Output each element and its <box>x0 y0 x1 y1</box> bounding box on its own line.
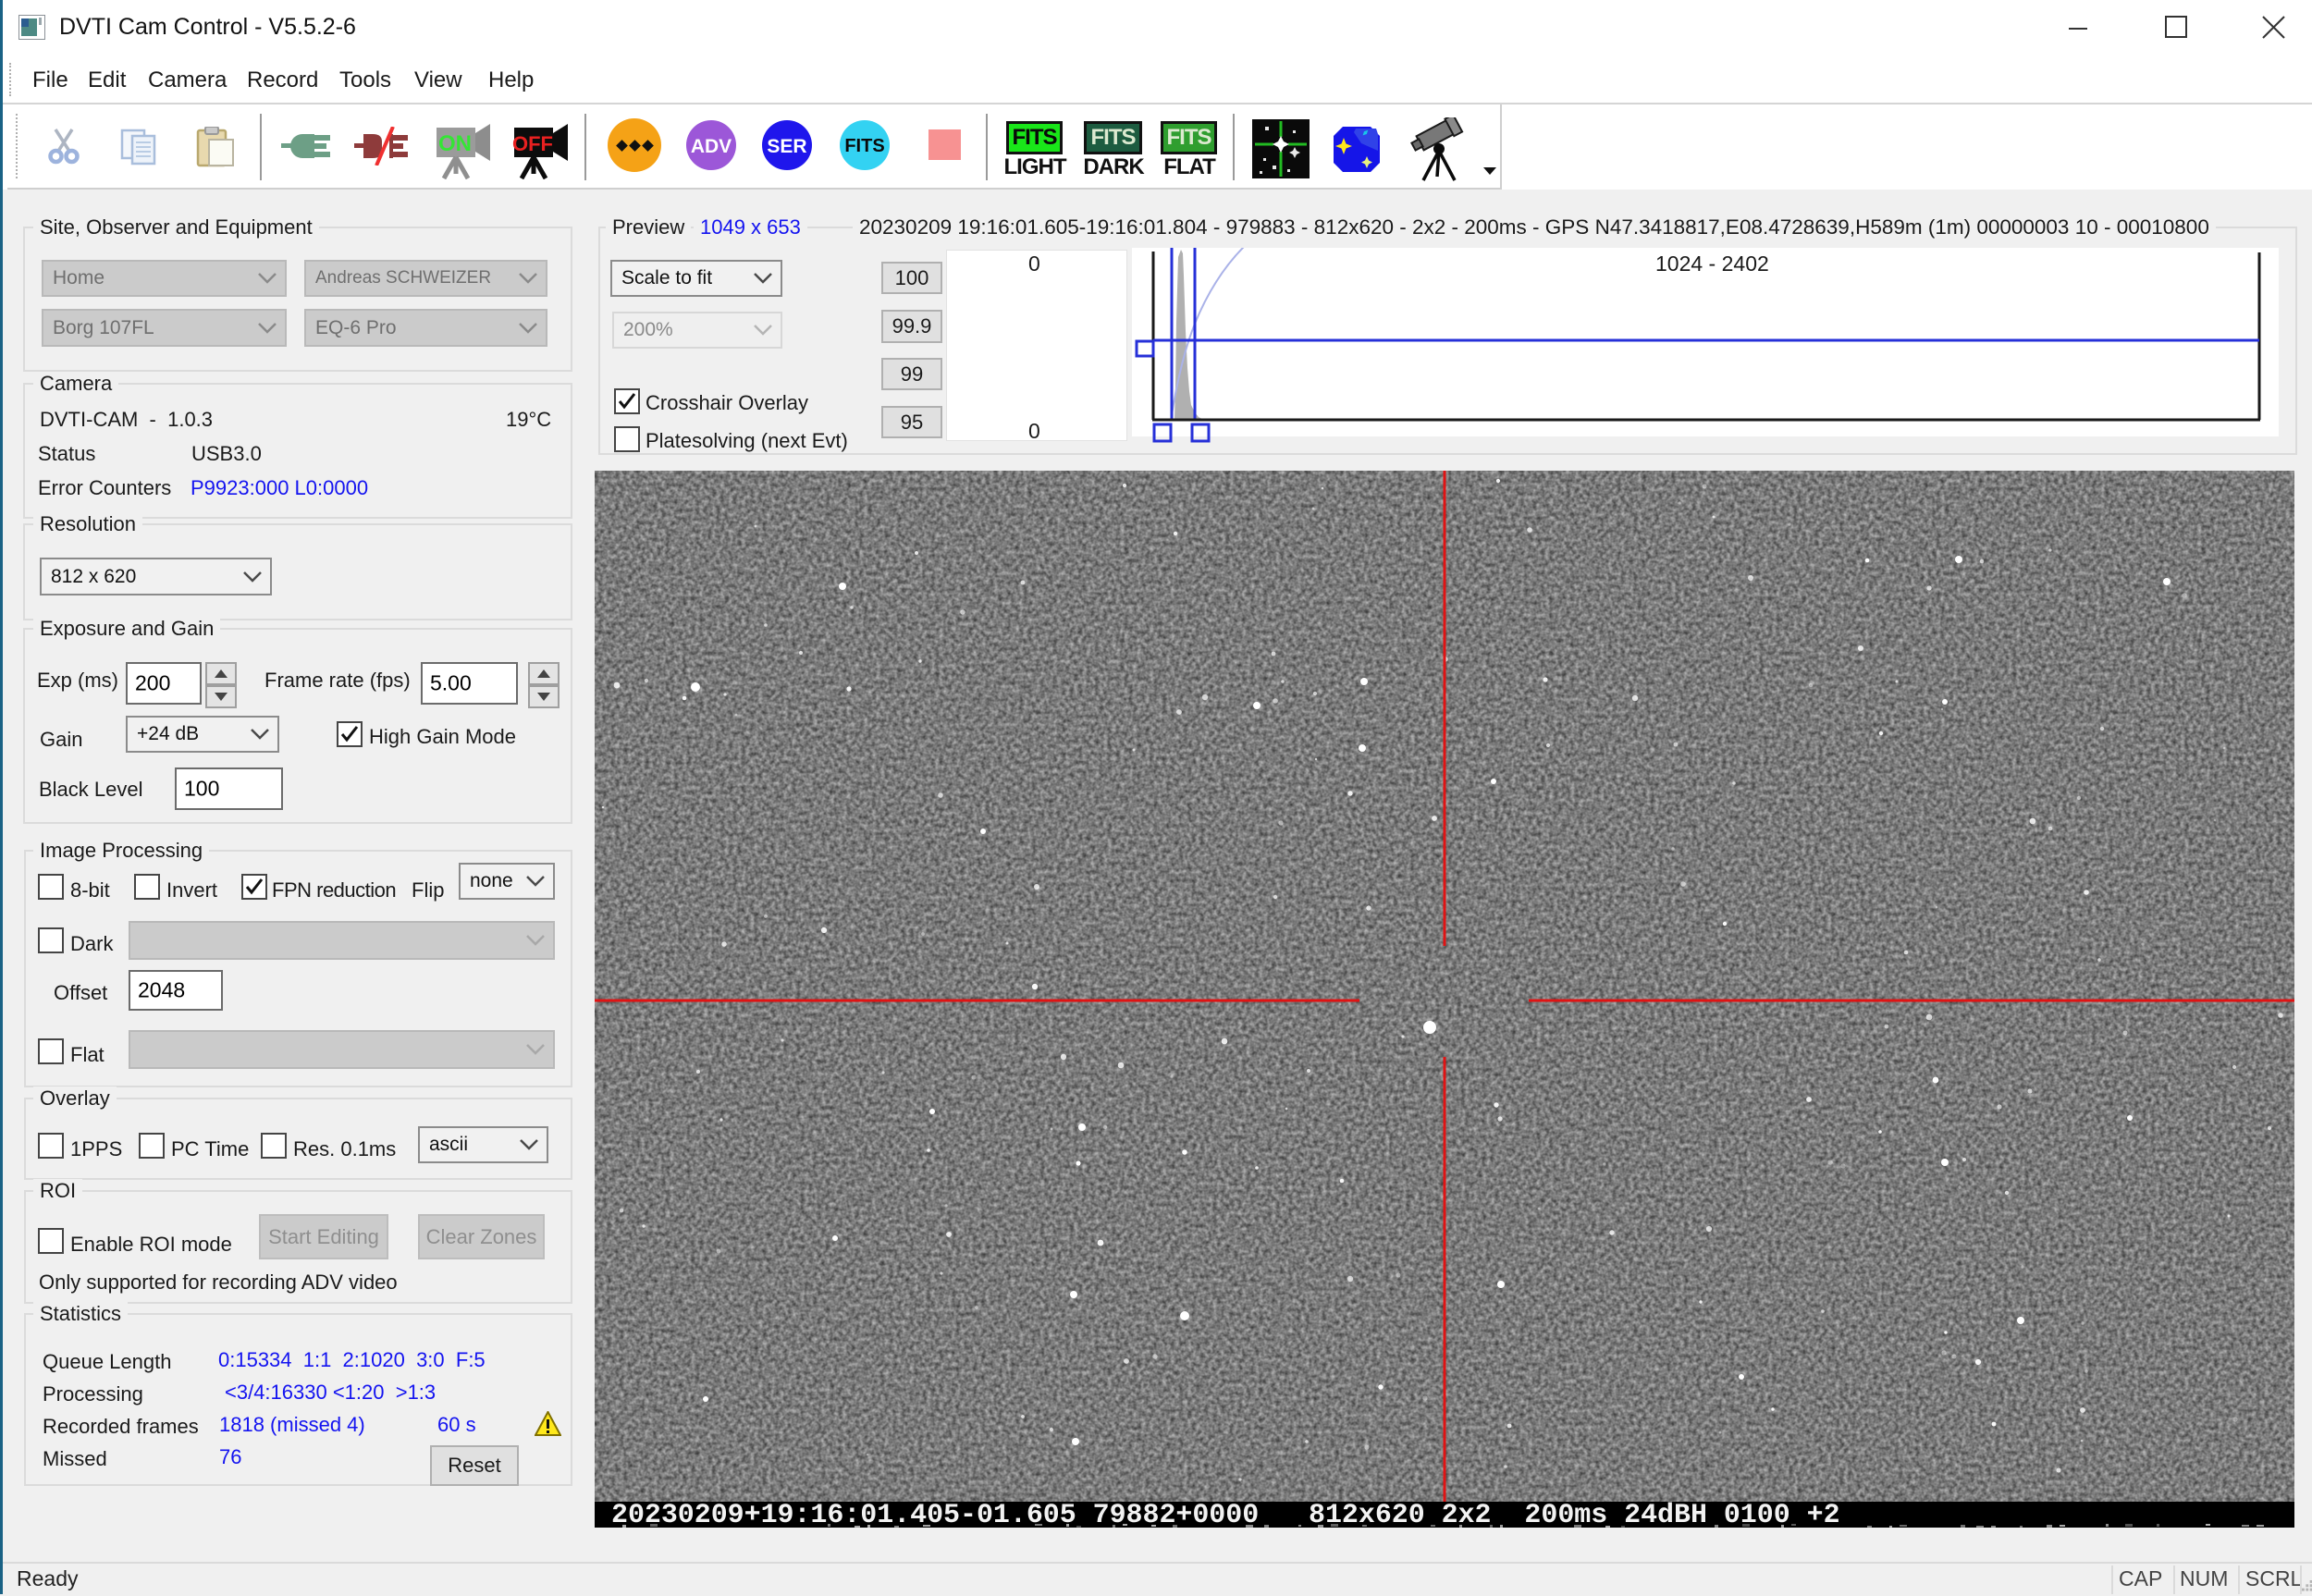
svg-text:20230209+19:16:01.405-01.605 7: 20230209+19:16:01.405-01.605 79882+0000 … <box>611 1500 1840 1528</box>
